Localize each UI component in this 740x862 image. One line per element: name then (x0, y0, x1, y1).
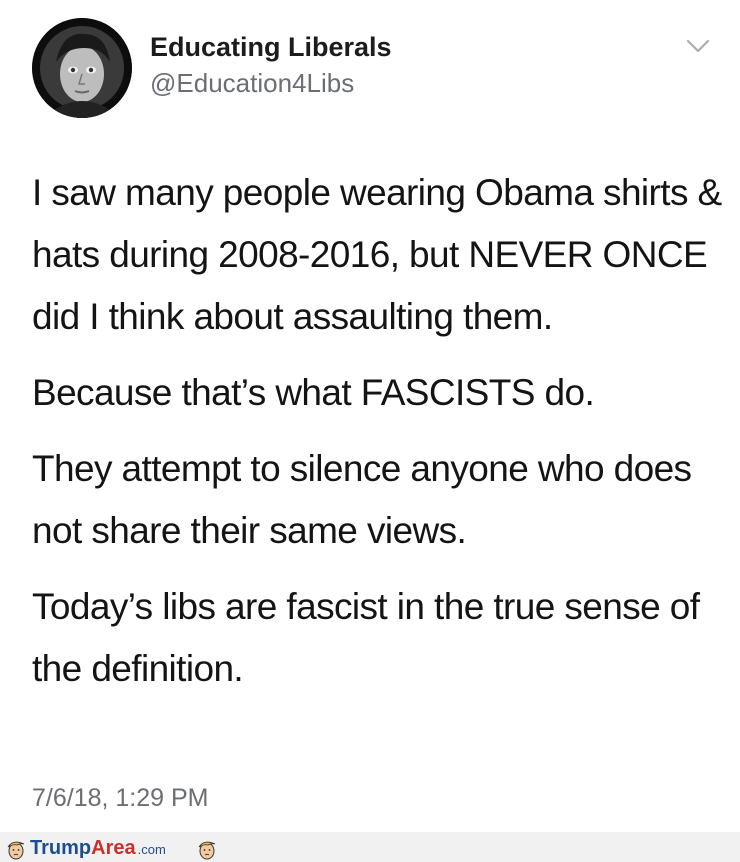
user-handle[interactable]: @Education4Libs (150, 68, 354, 99)
display-name[interactable]: Educating Liberals (150, 32, 392, 63)
trump-face-icon (198, 841, 216, 860)
watermark-text[interactable]: TrumpArea .com (30, 837, 166, 860)
watermark-part: Trump (30, 837, 92, 859)
tweet-text: I saw many people wearing Obama shirts &… (32, 162, 722, 700)
tweet-timestamp[interactable]: 7/6/18, 1:29 PM (32, 784, 209, 813)
tweet-paragraph: They attempt to silence anyone who does … (32, 448, 692, 551)
tweet-card: Educating Liberals @Education4Libs I saw… (0, 0, 740, 832)
trump-face-icon (7, 841, 25, 860)
watermark-bar: TrumpArea .com (0, 832, 740, 862)
tweet-paragraph: Because that’s what FASCISTS do. (32, 372, 595, 413)
tweet-paragraph: I saw many people wearing Obama shirts &… (32, 172, 722, 337)
profile-photo-icon (32, 18, 132, 118)
chevron-down-icon[interactable] (684, 36, 712, 56)
tweet-paragraph: Today’s libs are fascist in the true sen… (32, 586, 700, 689)
watermark-part: .com (137, 842, 166, 857)
watermark-part: Area (91, 837, 136, 859)
avatar[interactable] (32, 18, 132, 118)
